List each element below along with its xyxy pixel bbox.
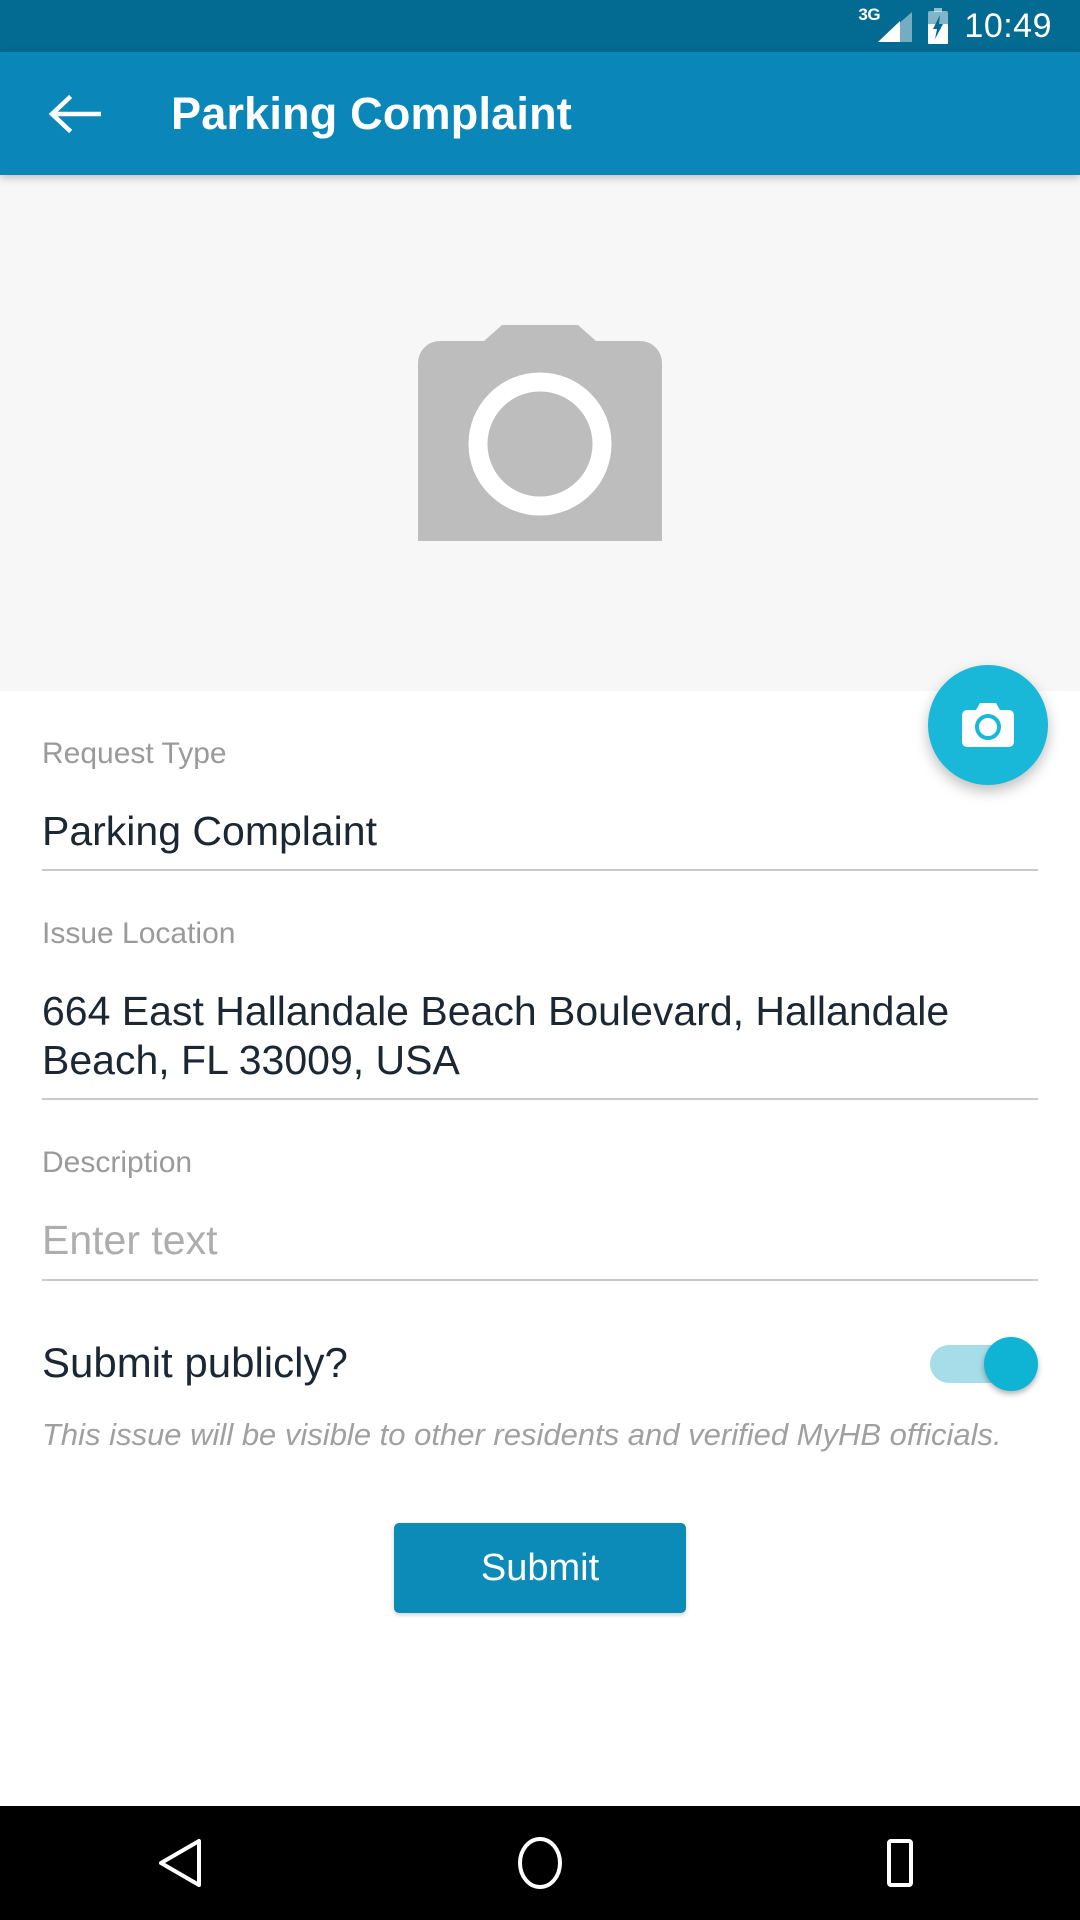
camera-placeholder-icon: [418, 325, 662, 541]
issue-location-field[interactable]: Issue Location 664 East Hallandale Beach…: [42, 871, 1038, 1101]
description-input[interactable]: Enter text: [42, 1180, 1038, 1281]
submit-publicly-label: Submit publicly?: [42, 1338, 348, 1386]
nav-recents-button[interactable]: [830, 1806, 970, 1920]
status-bar-clock: 10:49: [964, 7, 1052, 45]
camera-icon: [962, 703, 1014, 747]
app-bar: Parking Complaint: [0, 52, 1080, 175]
back-button[interactable]: [42, 82, 106, 146]
request-type-label: Request Type: [42, 737, 227, 770]
nav-recents-square-icon: [887, 1839, 913, 1887]
page-title: Parking Complaint: [171, 87, 572, 139]
status-bar-icons: 3G 10:49: [858, 5, 1052, 45]
description-field[interactable]: Description Enter text: [42, 1100, 1038, 1281]
submit-publicly-row: Submit publicly?: [42, 1281, 1038, 1391]
request-type-field[interactable]: Request Type Parking Complaint: [42, 691, 1038, 872]
complaint-form: Request Type Parking Complaint Issue Loc…: [0, 691, 1080, 1806]
issue-location-label: Issue Location: [42, 917, 236, 951]
android-navigation-bar: [0, 1806, 1080, 1920]
nav-back-button[interactable]: [110, 1806, 250, 1920]
photo-preview-area[interactable]: [0, 175, 1080, 785]
take-photo-fab[interactable]: [928, 665, 1048, 785]
battery-charging-icon: [928, 8, 949, 44]
request-type-value[interactable]: Parking Complaint: [42, 771, 1038, 872]
submit-button-row: Submit: [42, 1457, 1038, 1614]
phone-screen: 3G 10:49 Parking Complaint Request Type …: [0, 0, 1080, 1920]
nav-home-button[interactable]: [470, 1806, 610, 1920]
network-type-label: 3G: [858, 5, 881, 24]
arrow-left-icon: [48, 94, 101, 133]
issue-location-value[interactable]: 664 East Hallandale Beach Boulevard, Hal…: [42, 951, 1038, 1101]
signal-bars-icon: 3G: [858, 5, 913, 44]
submit-publicly-hint: This issue will be visible to other resi…: [42, 1416, 1002, 1452]
description-label: Description: [42, 1146, 193, 1180]
submit-publicly-toggle[interactable]: [930, 1336, 1038, 1391]
toggle-thumb: [984, 1336, 1038, 1391]
nav-home-circle-icon: [518, 1837, 562, 1889]
status-bar: 3G 10:49: [0, 0, 1080, 52]
signal-triangle-icon: [878, 12, 913, 42]
nav-back-triangle-icon: [159, 1839, 201, 1887]
submit-button[interactable]: Submit: [394, 1523, 686, 1614]
